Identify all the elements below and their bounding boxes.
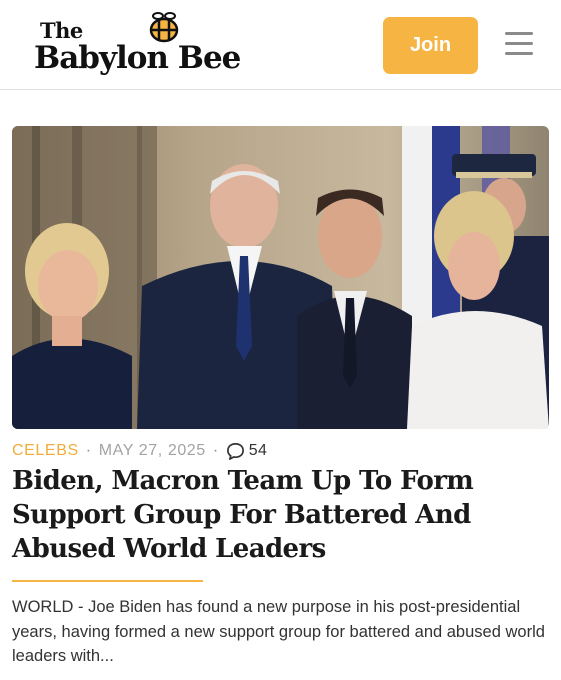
article-date: MAY 27, 2025: [98, 442, 206, 459]
headline-divider: [12, 580, 203, 582]
logo-text-name: Babylon Bee: [34, 40, 241, 76]
speech-bubble-icon[interactable]: [226, 442, 245, 461]
separator-dot: ·: [212, 442, 219, 459]
article-meta: CELEBS · MAY 27, 2025 · 54: [12, 440, 267, 462]
babylon-bee-logo[interactable]: The Babylon Bee: [34, 12, 241, 76]
comment-count[interactable]: 54: [249, 442, 267, 460]
article-excerpt: WORLD - Joe Biden has found a new purpos…: [12, 598, 545, 665]
photo-of-four-people: [12, 126, 549, 429]
join-button[interactable]: Join: [383, 17, 478, 74]
hamburger-menu-icon[interactable]: [505, 32, 533, 56]
article-headline[interactable]: Biden, Macron Team Up To Form Support Gr…: [12, 464, 552, 566]
category-link[interactable]: CELEBS: [12, 442, 79, 460]
site-header: The Babylon Bee Join: [0, 0, 561, 90]
separator-dot: ·: [85, 442, 92, 459]
article-image[interactable]: [12, 126, 549, 429]
